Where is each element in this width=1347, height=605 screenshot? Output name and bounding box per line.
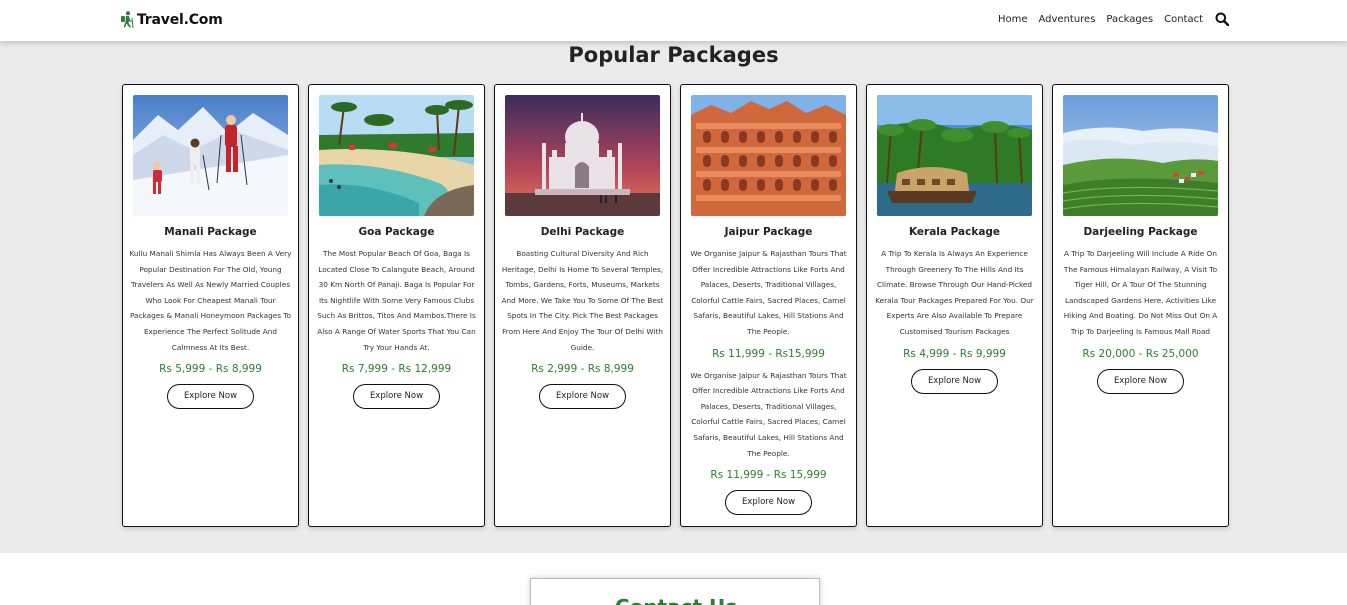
contact-title: Contact Us bbox=[531, 595, 821, 605]
card-price: Rs 7,999 - Rs 12,999 bbox=[341, 363, 452, 376]
card-title: Darjeeling Package bbox=[1083, 226, 1198, 238]
jaipur-image bbox=[691, 95, 846, 216]
explore-now-button[interactable]: Explore Now bbox=[539, 384, 626, 410]
card-title: Kerala Package bbox=[908, 226, 1001, 238]
skiers-image bbox=[133, 95, 288, 216]
package-card-manali: Manali Package Kullu Manali Shimla Has A… bbox=[122, 84, 299, 527]
section-title: Popular Packages bbox=[568, 43, 779, 67]
packages-grid: Manali Package Kullu Manali Shimla Has A… bbox=[122, 84, 1229, 527]
contact-section: Contact Us bbox=[530, 578, 820, 605]
card-description: The Most Popular Beach Of Goa, Baga Is L… bbox=[317, 249, 476, 352]
hiker-icon bbox=[121, 11, 134, 28]
darjeeling-image bbox=[1063, 95, 1218, 216]
card-price: Rs 4,999 - Rs 9,999 bbox=[903, 347, 1006, 360]
card-body: Delhi Package Boasting Cultural Diversit… bbox=[501, 226, 664, 410]
card-description: A Trip To Kerala Is Always An Experience… bbox=[875, 249, 1034, 336]
delhi-image bbox=[505, 95, 660, 216]
kerala-image bbox=[877, 95, 1032, 216]
explore-now-button[interactable]: Explore Now bbox=[911, 368, 998, 394]
brand-logo[interactable]: Travel.Com bbox=[120, 11, 223, 28]
nav-link-adventures[interactable]: Adventures bbox=[1038, 14, 1095, 25]
card-price-secondary: Rs 11,999 - Rs 15,999 bbox=[710, 469, 827, 482]
card-price: Rs 2,999 - Rs 8,999 bbox=[531, 363, 634, 376]
package-card-goa: Goa Package The Most Popular Beach Of Go… bbox=[308, 84, 485, 527]
nav-link-packages[interactable]: Packages bbox=[1106, 14, 1153, 25]
card-price: Rs 20,000 - Rs 25,000 bbox=[1082, 347, 1199, 360]
card-description: A Trip To Darjeeling Will Include A Ride… bbox=[1063, 249, 1218, 336]
search-icon[interactable] bbox=[1215, 12, 1229, 26]
card-title: Jaipur Package bbox=[724, 226, 813, 238]
hawa-mahal-image bbox=[691, 95, 846, 216]
explore-now-button[interactable]: Explore Now bbox=[1097, 368, 1184, 394]
card-description: We Organise Jaipur & Rajasthan Tours Tha… bbox=[690, 249, 847, 336]
hills-image bbox=[1063, 95, 1218, 216]
card-body: Goa Package The Most Popular Beach Of Go… bbox=[315, 226, 478, 410]
nav-link-contact[interactable]: Contact bbox=[1164, 14, 1203, 25]
explore-now-button[interactable]: Explore Now bbox=[725, 490, 812, 516]
explore-now-button[interactable]: Explore Now bbox=[167, 384, 254, 410]
goa-image bbox=[319, 95, 474, 216]
taj-mahal-image bbox=[505, 95, 660, 216]
package-card-delhi: Delhi Package Boasting Cultural Diversit… bbox=[494, 84, 671, 527]
navbar: Travel.Com Home Adventures Packages Cont… bbox=[0, 0, 1347, 41]
card-price: Rs 11,999 - Rs15,999 bbox=[712, 347, 825, 360]
card-price: Rs 5,999 - Rs 8,999 bbox=[159, 363, 262, 376]
card-description: Boasting Cultural Diversity And Rich Her… bbox=[501, 249, 664, 352]
explore-now-button[interactable]: Explore Now bbox=[353, 384, 440, 410]
card-body: Jaipur Package We Organise Jaipur & Raja… bbox=[687, 226, 850, 516]
card-description: Kullu Manali Shimla Has Always Been A Ve… bbox=[129, 249, 292, 352]
card-body: Kerala Package A Trip To Kerala Is Alway… bbox=[873, 226, 1036, 394]
package-card-kerala: Kerala Package A Trip To Kerala Is Alway… bbox=[866, 84, 1043, 527]
nav-link-home[interactable]: Home bbox=[998, 14, 1028, 25]
card-body: Darjeeling Package A Trip To Darjeeling … bbox=[1059, 226, 1222, 394]
beach-image bbox=[319, 95, 474, 216]
card-title: Goa Package bbox=[358, 226, 435, 238]
nav-menu: Home Adventures Packages Contact bbox=[987, 12, 1229, 26]
houseboat-image bbox=[877, 95, 1032, 216]
brand-name: Travel.Com bbox=[137, 11, 223, 28]
package-card-darjeeling: Darjeeling Package A Trip To Darjeeling … bbox=[1052, 84, 1229, 527]
package-card-jaipur: Jaipur Package We Organise Jaipur & Raja… bbox=[680, 84, 857, 527]
card-title: Delhi Package bbox=[540, 226, 625, 238]
card-title: Manali Package bbox=[164, 226, 257, 238]
manali-image bbox=[133, 95, 288, 216]
card-description-secondary: We Organise Jaipur & Rajasthan Tours Tha… bbox=[690, 370, 847, 458]
card-body: Manali Package Kullu Manali Shimla Has A… bbox=[129, 226, 292, 410]
packages-section: Popular Packages Manali Package Kullu Ma… bbox=[0, 41, 1347, 553]
